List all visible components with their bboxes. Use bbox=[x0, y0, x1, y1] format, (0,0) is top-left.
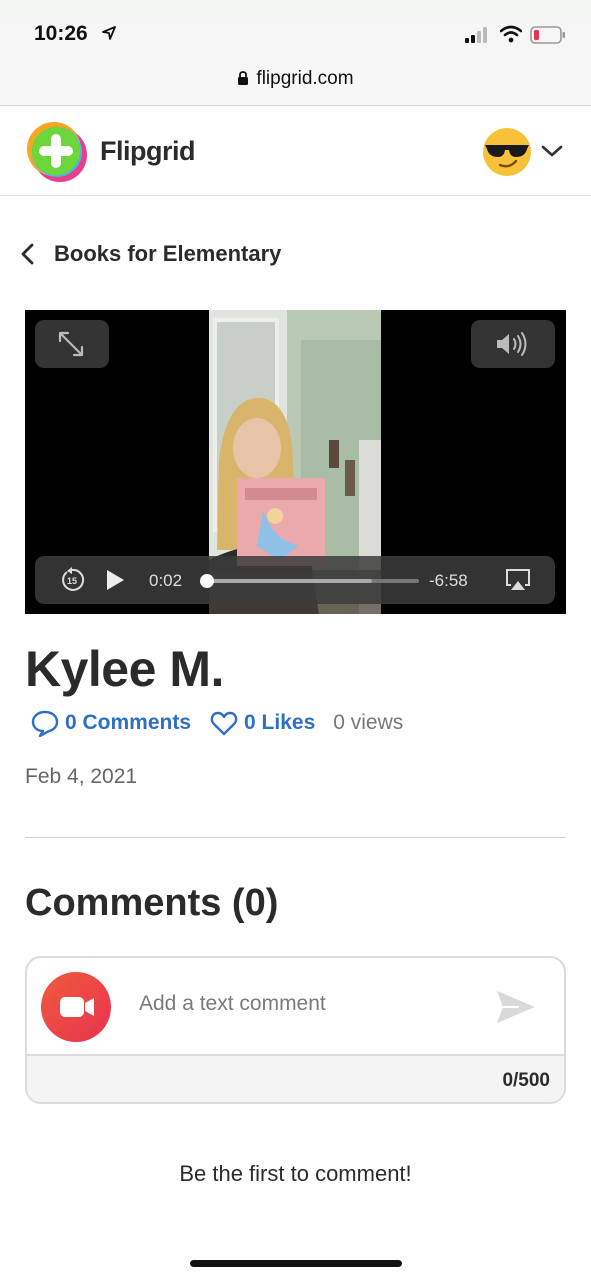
comment-composer: Add a text comment 0/500 bbox=[25, 956, 566, 1104]
svg-text:15: 15 bbox=[67, 576, 77, 586]
url-text: flipgrid.com bbox=[256, 68, 354, 89]
battery-low-icon bbox=[530, 26, 565, 44]
wifi-icon bbox=[500, 25, 522, 43]
buffered-progress bbox=[205, 579, 372, 583]
play-icon[interactable] bbox=[105, 569, 125, 591]
location-arrow-icon bbox=[102, 26, 116, 40]
brand-name: Flipgrid bbox=[100, 136, 195, 166]
browser-status-bar: 10:26 flipgrid.com bbox=[0, 0, 591, 106]
send-icon[interactable] bbox=[495, 988, 537, 1026]
sunglasses-emoji-icon[interactable] bbox=[482, 127, 532, 177]
response-stats: 0 Comments 0 Likes 0 views bbox=[30, 708, 403, 738]
video-controls-bar: 15 0:02 -6:58 bbox=[35, 556, 555, 604]
section-divider bbox=[25, 837, 566, 838]
app-header: Flipgrid bbox=[0, 107, 591, 196]
seek-bar[interactable] bbox=[200, 574, 419, 588]
rewind-15-icon[interactable]: 15 bbox=[59, 567, 85, 593]
like-button[interactable]: 0 Likes bbox=[209, 709, 315, 737]
volume-button[interactable] bbox=[471, 320, 555, 368]
video-camera-icon bbox=[60, 997, 94, 1017]
record-video-comment-button[interactable] bbox=[41, 972, 111, 1042]
comments-heading: Comments (0) bbox=[25, 882, 279, 924]
current-time: 0:02 bbox=[149, 571, 183, 590]
speech-bubble-icon bbox=[31, 710, 59, 737]
flipgrid-logo-icon[interactable] bbox=[24, 119, 90, 183]
airplay-icon[interactable] bbox=[505, 568, 531, 592]
remaining-time: -6:58 bbox=[429, 571, 468, 590]
response-date: Feb 4, 2021 bbox=[25, 765, 138, 788]
address-bar[interactable]: flipgrid.com bbox=[0, 68, 591, 90]
speaker-volume-icon bbox=[497, 332, 527, 356]
comments-count-label: 0 Comments bbox=[65, 711, 192, 734]
fullscreen-button[interactable] bbox=[35, 320, 109, 368]
chevron-down-icon[interactable] bbox=[541, 143, 563, 159]
composer-footer: 0/500 bbox=[27, 1054, 564, 1102]
lock-icon bbox=[238, 71, 249, 85]
video-player[interactable]: 15 0:02 -6:58 bbox=[25, 310, 566, 614]
views-count: 0 views bbox=[333, 711, 404, 734]
comments-link[interactable]: 0 Comments bbox=[30, 709, 191, 737]
comment-text-input[interactable]: Add a text comment bbox=[139, 992, 326, 1016]
breadcrumb-topic-link[interactable]: Books for Elementary bbox=[54, 241, 281, 267]
response-author: Kylee M. bbox=[25, 641, 224, 697]
back-arrow-icon[interactable] bbox=[18, 240, 38, 268]
likes-count-label: 0 Likes bbox=[244, 711, 316, 734]
character-counter: 0/500 bbox=[502, 1070, 550, 1091]
empty-comments-message: Be the first to comment! bbox=[179, 1161, 412, 1186]
clock: 10:26 bbox=[34, 22, 88, 45]
expand-arrows-icon bbox=[58, 331, 84, 357]
heart-icon bbox=[210, 711, 238, 736]
seek-handle[interactable] bbox=[200, 574, 215, 588]
cellular-signal-icon bbox=[465, 27, 487, 43]
home-indicator[interactable] bbox=[190, 1260, 402, 1267]
